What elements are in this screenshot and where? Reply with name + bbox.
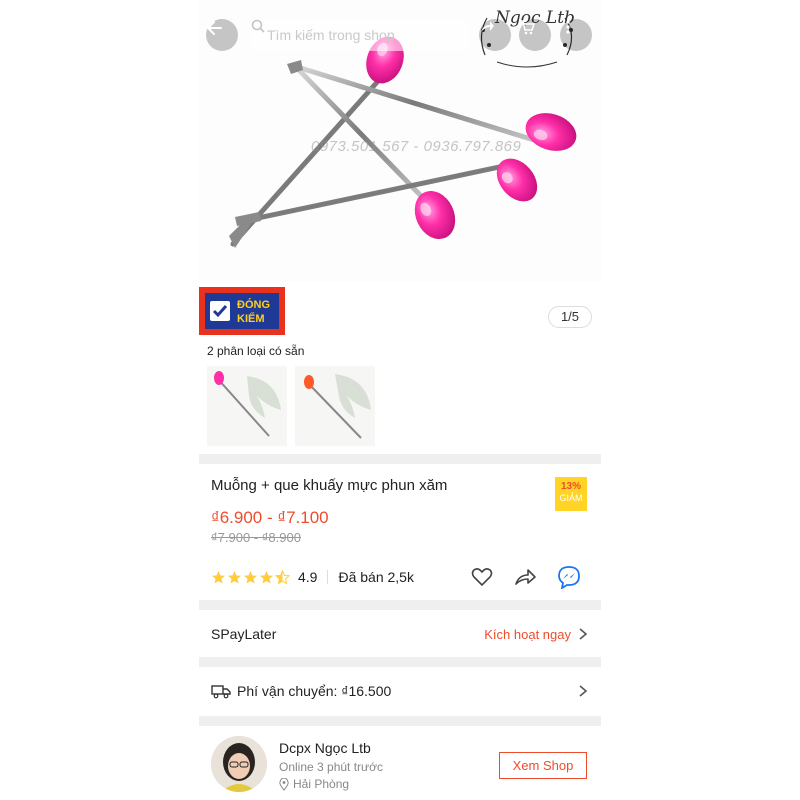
divider xyxy=(327,570,329,584)
favorite-button[interactable] xyxy=(471,566,493,593)
share-icon xyxy=(481,21,494,32)
separator xyxy=(199,657,601,667)
variant-thumbnail-orange[interactable] xyxy=(295,366,375,446)
truck-icon xyxy=(211,685,231,699)
shop-location-text: Hải Phòng xyxy=(293,777,350,791)
more-button[interactable] xyxy=(560,19,592,51)
shipping-details-link[interactable] xyxy=(577,684,589,698)
discount-label: GIẢM xyxy=(559,493,583,503)
rating-stars xyxy=(211,569,290,585)
shop-avatar[interactable] xyxy=(211,736,267,792)
product-image-carousel[interactable]: 0973.501.567 - 0936.797.869 Ngọc Ltb xyxy=(199,0,601,282)
star-icon xyxy=(228,570,241,583)
product-price: ₫6.900 - ₫7.100 xyxy=(211,508,329,527)
share-arrow-icon xyxy=(515,569,536,585)
separator xyxy=(199,454,601,464)
product-title: Muỗng + que khuấy mực phun xăm xyxy=(211,477,448,494)
messenger-icon xyxy=(558,566,580,590)
spaylater-label: SPayLater xyxy=(211,626,277,642)
star-icon xyxy=(244,570,257,583)
search-bar[interactable] xyxy=(251,19,469,51)
shop-card: Dcpx Ngọc Ltb Online 3 phút trước Hải Ph… xyxy=(199,728,601,800)
messenger-button[interactable] xyxy=(557,565,581,594)
image-page-indicator: 1/5 xyxy=(548,306,592,328)
spaylater-row[interactable]: SPayLater Kích hoạt ngay xyxy=(199,612,601,656)
check-icon xyxy=(210,301,230,321)
product-page: 0973.501.567 - 0936.797.869 Ngọc Ltb Tìm… xyxy=(199,0,601,800)
shop-online-status: Online 3 phút trước xyxy=(279,760,383,774)
shop-name[interactable]: Dcpx Ngọc Ltb xyxy=(279,740,371,756)
star-half-icon xyxy=(275,569,290,585)
search-input[interactable] xyxy=(265,26,449,44)
variants-label: 2 phân loại có sẵn xyxy=(207,344,305,358)
badge-line-2: KIỂM xyxy=(237,313,265,325)
shipping-row[interactable]: Phí vận chuyển: ₫16.500 xyxy=(199,669,601,713)
inspected-badge: ĐÓNG KIỂM xyxy=(199,287,285,335)
variant-thumbnail-pink[interactable] xyxy=(207,366,287,446)
top-bar xyxy=(199,18,601,54)
back-button[interactable] xyxy=(206,19,238,51)
discount-badge: 13% GIẢM xyxy=(555,477,587,511)
arrow-left-icon xyxy=(206,21,222,35)
shipping-fee: Phí vận chuyển: ₫16.500 xyxy=(237,683,392,699)
chevron-right-icon xyxy=(579,628,588,640)
search-icon xyxy=(251,19,265,33)
heart-icon xyxy=(471,568,493,587)
more-vertical-icon xyxy=(566,20,570,34)
rating-value: 4.9 xyxy=(298,569,318,585)
separator xyxy=(199,600,601,610)
rating-row: 4.9 Đã bán 2,5k xyxy=(211,566,414,588)
badge-line-1: ĐÓNG xyxy=(237,299,270,311)
sold-count: Đã bán 2,5k xyxy=(338,569,414,585)
discount-percent: 13% xyxy=(560,481,581,492)
star-icon xyxy=(212,570,225,583)
share-product-button[interactable] xyxy=(513,566,537,593)
cart-button[interactable] xyxy=(519,19,551,51)
spaylater-activate-link[interactable]: Kích hoạt ngay xyxy=(484,627,589,642)
cart-icon xyxy=(521,20,535,35)
separator xyxy=(199,716,601,726)
location-pin-icon xyxy=(279,777,289,791)
spaylater-action: Kích hoạt ngay xyxy=(484,626,571,642)
share-button[interactable] xyxy=(479,19,511,51)
shop-location: Hải Phòng xyxy=(279,777,349,791)
star-icon xyxy=(260,570,273,583)
watermark-phone: 0973.501.567 - 0936.797.869 xyxy=(311,138,522,155)
original-price: ₫7.900 - ₫8.900 xyxy=(211,530,301,545)
product-actions xyxy=(471,565,581,594)
view-shop-button[interactable]: Xem Shop xyxy=(499,752,587,779)
chevron-right-icon xyxy=(579,685,588,697)
